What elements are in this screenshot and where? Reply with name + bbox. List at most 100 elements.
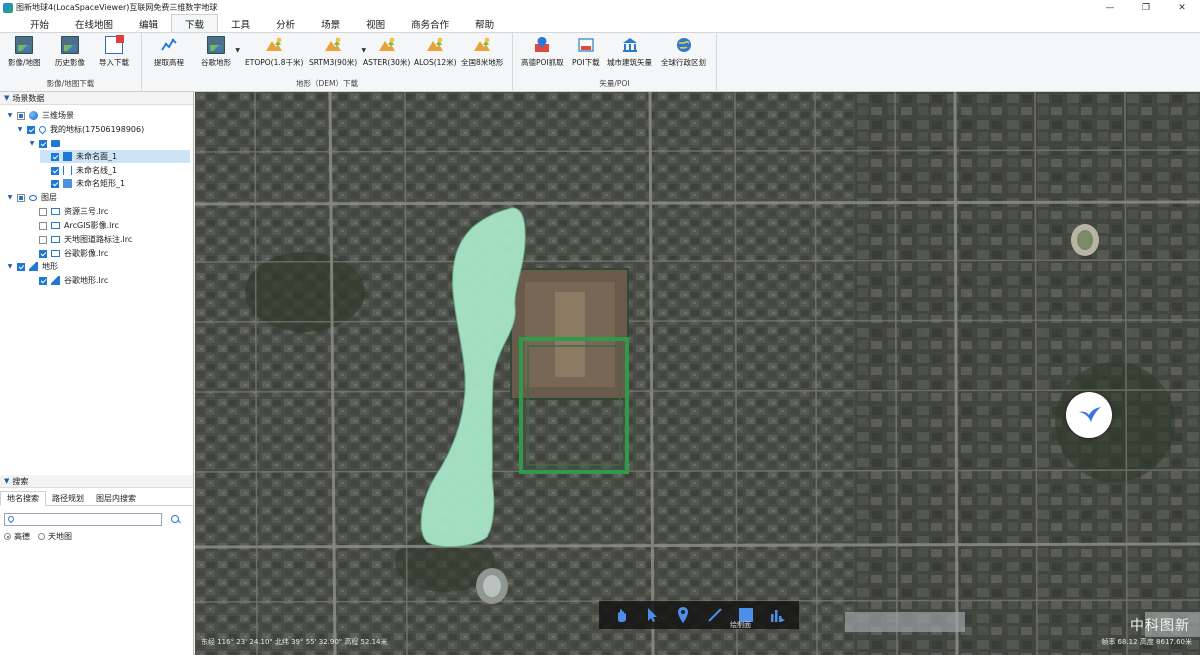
- global-admin-division-button[interactable]: 全球行政区划: [661, 35, 706, 69]
- expand-triangle-icon[interactable]: ▼: [28, 140, 36, 147]
- history-imagery-icon: [61, 36, 79, 54]
- tab-analysis[interactable]: 分析: [263, 15, 308, 32]
- app-window: 图新地球4(LocaSpaceViewer)互联网免费三维数字地球 — ❐ ✕ …: [0, 0, 1200, 655]
- tree-checkbox[interactable]: [51, 179, 59, 188]
- tree-node-layer-tianditu-roads[interactable]: 天地图道路标注.lrc: [28, 233, 132, 246]
- terrain-icon: [29, 262, 38, 271]
- tab-view[interactable]: 视图: [353, 15, 398, 32]
- tree-node-folder[interactable]: ▼: [28, 137, 64, 150]
- hand-icon: [617, 609, 626, 622]
- assistant-bird-icon[interactable]: [1066, 392, 1112, 438]
- tree-node-polygon-1[interactable]: 未命名面_1: [40, 150, 190, 163]
- left-panel: ▼ 场景数据 ▼ 三维场景 ▼ 我的地标(17506198906) ▼ 未命名面…: [0, 92, 194, 655]
- tab-route-planning[interactable]: 路径规划: [46, 491, 90, 506]
- tree-checkbox[interactable]: [39, 235, 47, 244]
- collapse-triangle-icon[interactable]: ▼: [4, 94, 9, 102]
- search-tabs: 地名搜索 路径规划 图层内搜索: [0, 491, 193, 506]
- city-building-vector-button[interactable]: 城市建筑矢量: [607, 35, 652, 69]
- tab-online-map[interactable]: 在线地图: [62, 15, 126, 32]
- tree-checkbox[interactable]: [51, 152, 59, 161]
- maximize-button[interactable]: ❐: [1128, 0, 1164, 15]
- aster-button[interactable]: ASTER(30米): [363, 35, 410, 69]
- tree-node-terrain[interactable]: ▼ 地形: [6, 260, 58, 273]
- ribbon-group-imagery: 影像/地图 历史影像 导入下载 影像/地图下载: [0, 33, 142, 92]
- tree-checkbox[interactable]: [39, 221, 47, 230]
- tree-node-layer-zy3[interactable]: 资源三号.lrc: [28, 205, 108, 218]
- expand-triangle-icon[interactable]: ▼: [6, 263, 14, 270]
- layer-monitor-icon: [51, 222, 60, 229]
- elevation-profile-icon: [160, 36, 178, 54]
- search-panel: ▼ 搜索 地名搜索 路径规划 图层内搜索 高德 天地图: [0, 475, 193, 655]
- alos-button[interactable]: ALOS(12米): [414, 35, 457, 69]
- tree-checkbox[interactable]: [39, 139, 47, 148]
- search-input[interactable]: [17, 514, 161, 525]
- search-icon[interactable]: [170, 514, 181, 525]
- tree-node-layer-arcgis[interactable]: ArcGIS影像.lrc: [28, 219, 119, 232]
- ribbon-group-dem: 提取高程 谷歌地形 ▼ ETOPO(1.8千米) SRTM3(90米) ▼ AS…: [142, 33, 513, 92]
- tree-checkbox[interactable]: [17, 262, 25, 271]
- tab-download[interactable]: 下载: [171, 14, 219, 32]
- dem-mountain-icon: [324, 36, 342, 54]
- expand-triangle-icon[interactable]: ▼: [16, 126, 24, 133]
- srtm3-button[interactable]: SRTM3(90米) ▼: [309, 35, 366, 69]
- map-view[interactable]: 绘制面 中科图新 东经 116° 23' 24.10" 北纬 39° 55' 3…: [195, 92, 1200, 655]
- layers-icon: [29, 194, 37, 201]
- measure-chart-button[interactable]: [767, 605, 787, 625]
- close-button[interactable]: ✕: [1164, 0, 1200, 15]
- imagery-map-button[interactable]: 影像/地图: [8, 35, 41, 69]
- draw-toolbar: [599, 601, 799, 629]
- tree-checkbox[interactable]: [27, 125, 35, 134]
- tab-business[interactable]: 商务合作: [398, 15, 462, 32]
- tree-node-3d-scene[interactable]: ▼ 三维场景: [6, 109, 74, 122]
- minimize-button[interactable]: —: [1092, 0, 1128, 15]
- tree-node-line-1[interactable]: 未命名线_1: [40, 164, 117, 177]
- amap-poi-scrape-button[interactable]: 高德POI抓取: [521, 35, 564, 69]
- tree-checkbox[interactable]: [17, 111, 25, 120]
- poi-download-button[interactable]: POI下载: [572, 35, 600, 69]
- google-terrain-button[interactable]: 谷歌地形 ▼: [201, 35, 240, 69]
- tree-checkbox[interactable]: [17, 193, 25, 202]
- globe-icon: [29, 111, 38, 120]
- tree-node-layer-google-imagery[interactable]: 谷歌影像.lrc: [28, 247, 108, 260]
- tab-help[interactable]: 帮助: [462, 15, 507, 32]
- window-title: 图新地球4(LocaSpaceViewer)互联网免费三维数字地球: [16, 3, 218, 12]
- tree-checkbox[interactable]: [39, 249, 47, 258]
- tree-checkbox[interactable]: [39, 207, 47, 216]
- terrain-icon: [51, 276, 60, 285]
- scene-data-header[interactable]: ▼ 场景数据: [0, 92, 193, 105]
- add-placemark-button[interactable]: [673, 605, 693, 625]
- tree-checkbox[interactable]: [39, 276, 47, 285]
- import-download-button[interactable]: 导入下载: [99, 35, 129, 69]
- tab-place-search[interactable]: 地名搜索: [0, 491, 46, 506]
- tree-checkbox[interactable]: [51, 166, 59, 175]
- expand-triangle-icon[interactable]: ▼: [6, 194, 14, 201]
- national-8m-terrain-button[interactable]: 全国8米地形: [461, 35, 503, 69]
- tab-edit[interactable]: 编辑: [126, 15, 171, 32]
- tree-node-terrain-google[interactable]: 谷歌地形.lrc: [28, 274, 108, 287]
- tab-tools[interactable]: 工具: [218, 15, 263, 32]
- tree-node-layers[interactable]: ▼ 图层: [6, 191, 57, 204]
- location-pin-icon: [678, 607, 689, 623]
- etopo-button[interactable]: ETOPO(1.8千米): [245, 35, 303, 69]
- line-icon: [707, 608, 722, 622]
- history-imagery-button[interactable]: 历史影像: [55, 35, 85, 69]
- extract-elevation-button[interactable]: 提取高程: [154, 35, 184, 69]
- arrow-cursor-icon: [647, 608, 657, 622]
- draw-line-button[interactable]: [705, 605, 725, 625]
- radio-amap[interactable]: 高德: [4, 531, 30, 542]
- tab-layer-search[interactable]: 图层内搜索: [90, 491, 142, 506]
- collapse-triangle-icon[interactable]: ▼: [4, 477, 9, 485]
- pan-hand-button[interactable]: [611, 605, 631, 625]
- tree-node-rectangle-1[interactable]: 未命名矩形_1: [40, 177, 125, 190]
- watermark-text: 中科图新: [1130, 618, 1190, 634]
- expand-triangle-icon[interactable]: ▼: [6, 112, 14, 119]
- radio-tianditu[interactable]: 天地图: [38, 531, 72, 542]
- tab-scene[interactable]: 场景: [308, 15, 353, 32]
- search-header[interactable]: ▼ 搜索: [0, 475, 193, 488]
- imagery-icon: [15, 36, 34, 54]
- tree-node-my-placemarks[interactable]: ▼ 我的地标(17506198906): [16, 123, 144, 136]
- chevron-down-icon[interactable]: ▼: [235, 47, 240, 54]
- tab-start[interactable]: 开始: [17, 15, 62, 32]
- select-arrow-button[interactable]: [642, 605, 662, 625]
- window-controls: — ❐ ✕: [1092, 0, 1200, 15]
